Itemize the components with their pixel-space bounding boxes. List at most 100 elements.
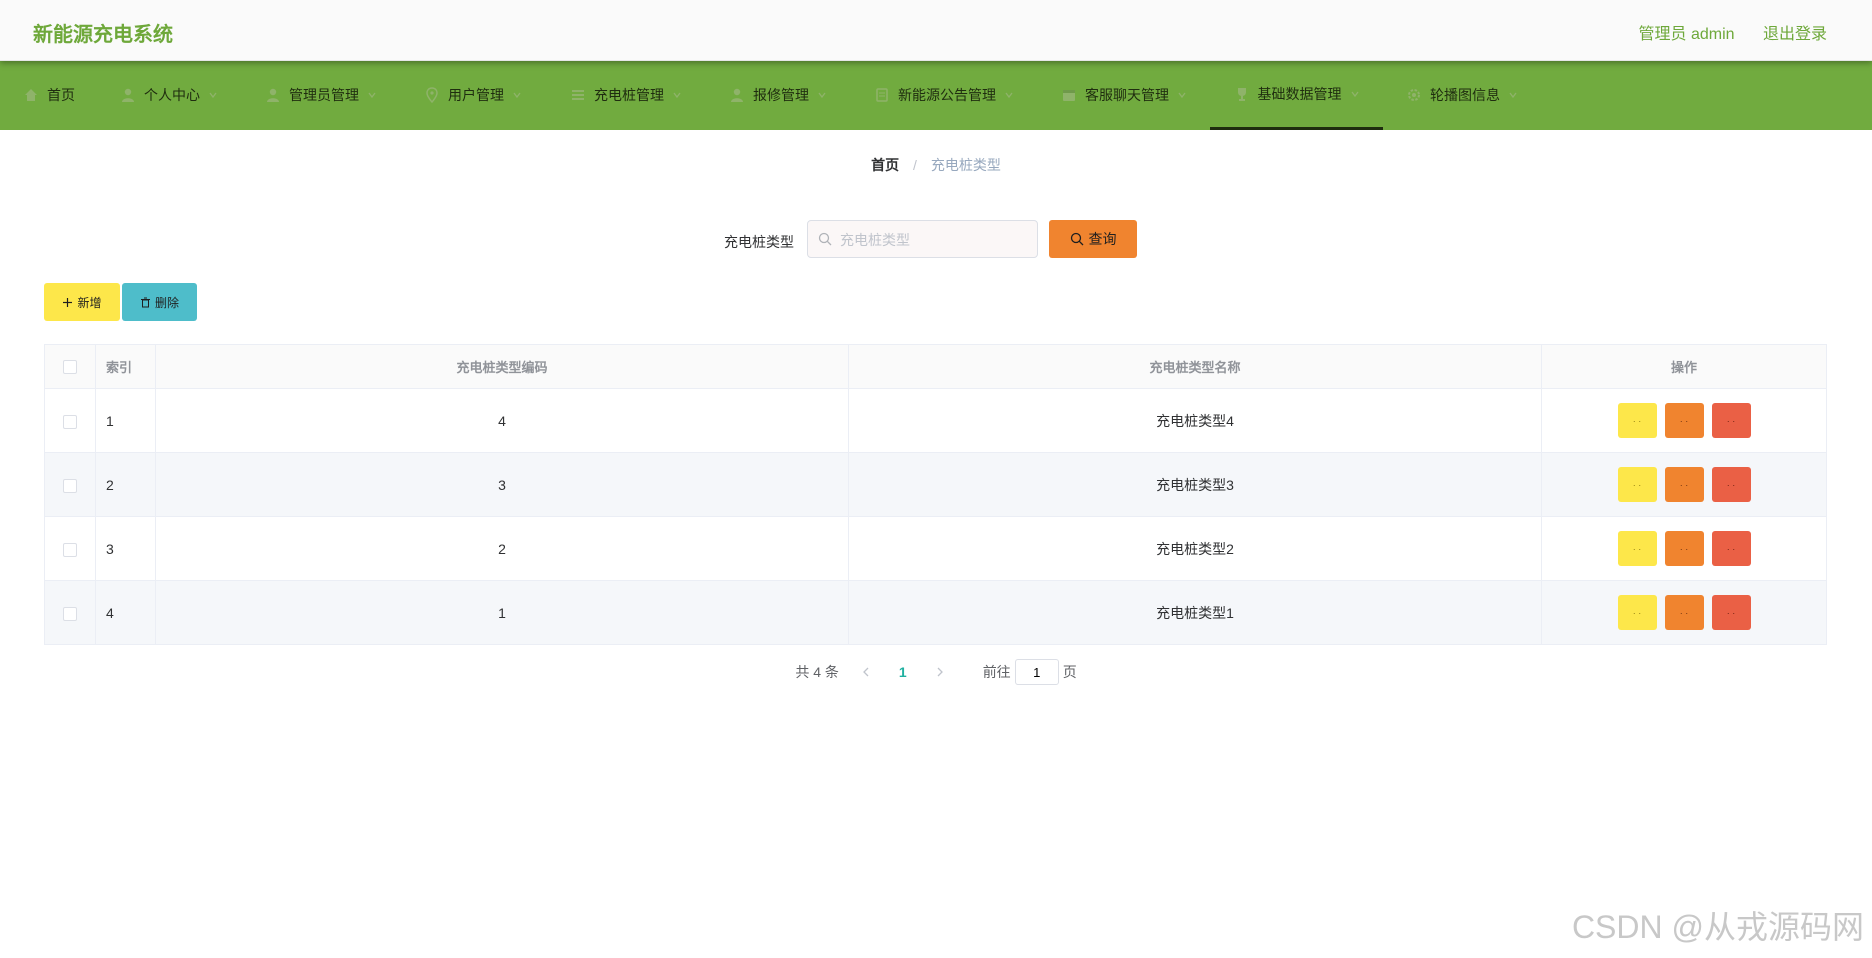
- row-checkbox[interactable]: [63, 542, 77, 557]
- nav-item-repair-management[interactable]: 报修管理: [729, 60, 827, 130]
- batch-delete-button[interactable]: 删除: [122, 283, 197, 321]
- cell-operations: · · · · · ·: [1541, 388, 1827, 453]
- cell-name: 充电桩类型1: [848, 580, 1542, 645]
- gear-icon: [1406, 87, 1422, 103]
- header-operation: 操作: [1541, 344, 1827, 389]
- logout-button[interactable]: 退出登录: [1763, 26, 1827, 43]
- row-select-cell: [44, 580, 96, 645]
- calendar-icon: [1061, 87, 1077, 103]
- cell-operations: · · · · · ·: [1541, 580, 1827, 645]
- nav-item-basic-data-management[interactable]: 基础数据管理: [1210, 60, 1383, 130]
- chevron-down-icon: [209, 92, 217, 99]
- nav-item-charger-management[interactable]: 充电桩管理: [570, 60, 682, 130]
- add-button[interactable]: 新增: [44, 283, 120, 321]
- nav-label: 首页: [47, 87, 75, 103]
- query-button-label: 查询: [1088, 231, 1117, 247]
- user-area: 管理员 admin 退出登录: [1615, 20, 1828, 44]
- view-button[interactable]: · ·: [1617, 531, 1657, 566]
- top-header: 新能源充电系统 管理员 admin 退出登录: [0, 0, 1872, 61]
- list-icon: [570, 87, 586, 103]
- chevron-down-icon: [1509, 92, 1517, 99]
- nav-item-announcement-management[interactable]: 新能源公告管理: [874, 60, 1014, 130]
- cell-code: 2: [155, 516, 849, 581]
- cell-code: 1: [155, 580, 849, 645]
- breadcrumb: 首页 / 充电桩类型: [0, 155, 1872, 175]
- nav-label: 客服聊天管理: [1085, 87, 1169, 103]
- total-count: 共 4 条: [795, 664, 839, 680]
- op-buttons: · · · · · ·: [1542, 531, 1826, 566]
- nav-item-user-management[interactable]: 用户管理: [424, 60, 522, 130]
- add-button-label: 新增: [77, 295, 102, 310]
- next-page-icon[interactable]: [935, 667, 945, 677]
- cell-operations: · · · · · ·: [1541, 516, 1827, 581]
- search-input-wrapper: [807, 220, 1038, 259]
- nav-item-admin-management[interactable]: 管理员管理: [265, 60, 377, 130]
- nav-label: 充电桩管理: [594, 87, 664, 103]
- row-checkbox[interactable]: [63, 478, 77, 493]
- row-delete-button[interactable]: · ·: [1711, 467, 1751, 502]
- goto-label: 前往: [982, 664, 1011, 680]
- page-jump-input[interactable]: [1014, 659, 1059, 685]
- row-delete-button[interactable]: · ·: [1711, 595, 1751, 630]
- row-checkbox[interactable]: [63, 414, 77, 429]
- app-title: 新能源充电系统: [33, 24, 173, 46]
- edit-button[interactable]: · ·: [1664, 531, 1704, 566]
- table-row: 4 1 充电桩类型1 · · · · · ·: [44, 580, 1827, 645]
- nav-label: 用户管理: [448, 87, 504, 103]
- nav-item-carousel-info[interactable]: 轮播图信息: [1406, 60, 1518, 130]
- cell-name: 充电桩类型3: [848, 452, 1542, 517]
- nav-label: 新能源公告管理: [898, 87, 996, 103]
- edit-button[interactable]: · ·: [1664, 595, 1704, 630]
- view-button[interactable]: · ·: [1617, 595, 1657, 630]
- row-checkbox[interactable]: [63, 606, 77, 621]
- nav-label: 管理员管理: [289, 87, 359, 103]
- trash-icon: [140, 297, 150, 307]
- op-buttons: · · · · · ·: [1542, 595, 1826, 630]
- query-button[interactable]: 查询: [1049, 220, 1137, 258]
- page-number-current[interactable]: 1: [899, 664, 907, 680]
- edit-button[interactable]: · ·: [1664, 403, 1704, 438]
- search-icon: [818, 232, 832, 246]
- nav-label: 基础数据管理: [1257, 85, 1342, 102]
- page-suffix: 页: [1062, 664, 1077, 680]
- search-icon: [1070, 232, 1083, 246]
- search-input[interactable]: [838, 221, 1032, 259]
- edit-button[interactable]: · ·: [1664, 467, 1704, 502]
- cell-operations: · · · · · ·: [1541, 452, 1827, 517]
- row-delete-button[interactable]: · ·: [1711, 403, 1751, 438]
- view-button[interactable]: · ·: [1617, 403, 1657, 438]
- op-buttons: · · · · · ·: [1542, 467, 1826, 502]
- header-select-all: [44, 344, 96, 389]
- cell-name: 充电桩类型4: [848, 388, 1542, 453]
- location-icon: [424, 87, 440, 103]
- table-row: 2 3 充电桩类型3 · · · · · ·: [44, 452, 1827, 517]
- search-label: 充电桩类型: [724, 234, 794, 250]
- delete-button-label: 删除: [154, 295, 179, 310]
- admin-user-label[interactable]: 管理员 admin: [1639, 26, 1735, 43]
- row-select-cell: [44, 516, 96, 581]
- user-icon: [120, 87, 136, 103]
- cell-index: 3: [95, 516, 156, 581]
- cell-index: 1: [95, 388, 156, 453]
- row-select-cell: [44, 452, 96, 517]
- chevron-down-icon: [1350, 91, 1359, 97]
- chevron-down-icon: [1178, 92, 1186, 99]
- cell-index: 2: [95, 452, 156, 517]
- table-row: 3 2 充电桩类型2 · · · · · ·: [44, 516, 1827, 581]
- row-delete-button[interactable]: · ·: [1711, 531, 1751, 566]
- op-buttons: · · · · · ·: [1542, 403, 1826, 438]
- chevron-down-icon: [513, 92, 521, 99]
- user-icon: [729, 87, 745, 103]
- view-button[interactable]: · ·: [1617, 467, 1657, 502]
- breadcrumb-home[interactable]: 首页: [871, 157, 899, 173]
- prev-page-icon[interactable]: [861, 667, 871, 677]
- select-all-checkbox[interactable]: [63, 360, 77, 375]
- nav-label: 轮播图信息: [1430, 87, 1500, 103]
- nav-item-profile[interactable]: 个人中心: [120, 60, 218, 130]
- nav-item-chat-management[interactable]: 客服聊天管理: [1061, 60, 1187, 130]
- nav-item-home[interactable]: 首页: [23, 60, 75, 130]
- chevron-down-icon: [673, 92, 681, 99]
- header-index: 索引: [95, 344, 156, 389]
- row-select-cell: [44, 388, 96, 453]
- nav-label: 个人中心: [144, 87, 200, 103]
